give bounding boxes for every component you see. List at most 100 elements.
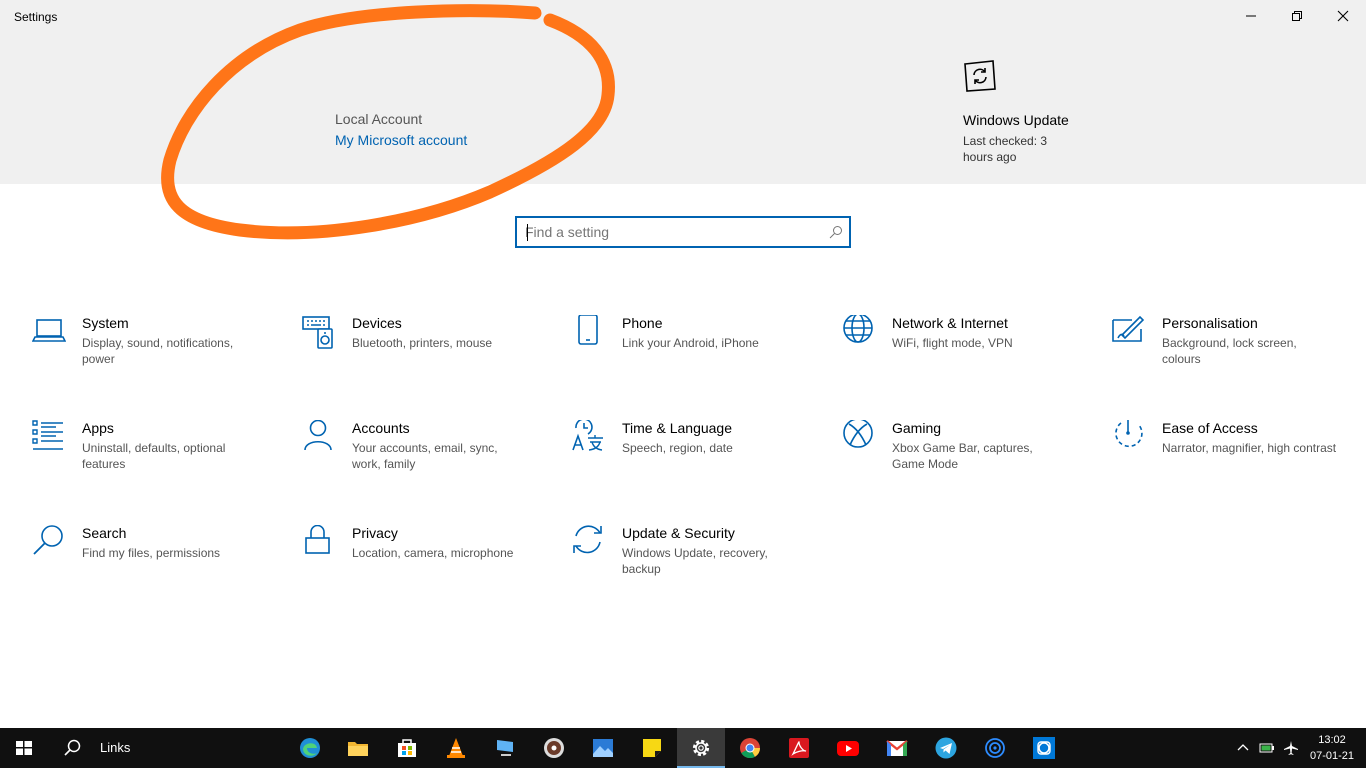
time-language-icon [572, 418, 606, 454]
category-name: Personalisation [1162, 315, 1258, 331]
category-name: Privacy [352, 525, 398, 541]
edge-icon [300, 738, 320, 758]
settings-window: Settings Local Account My Microsoft acco… [0, 0, 1366, 728]
chevron-up-icon [1237, 744, 1249, 751]
microsoft-account-link[interactable]: My Microsoft account [335, 132, 467, 148]
category-phone[interactable]: Phone Link your Android, iPhone [572, 314, 802, 385]
category-accounts[interactable]: Accounts Your accounts, email, sync, wor… [302, 419, 532, 490]
windows-logo-icon [16, 741, 32, 755]
category-description: WiFi, flight mode, VPN [892, 336, 1013, 350]
category-name: System [82, 315, 129, 331]
airplane-mode-button[interactable] [1279, 728, 1303, 768]
file-explorer-icon [348, 742, 368, 756]
taskbar-acrobat[interactable] [775, 728, 823, 768]
category-description: Narrator, magnifier, high contrast [1162, 441, 1337, 455]
search-icon [64, 739, 81, 756]
taskbar-media-player[interactable] [530, 728, 578, 768]
refresh-icon [572, 525, 606, 559]
category-ease-of-access[interactable]: Ease of Access Narrator, magnifier, high… [1112, 420, 1342, 490]
apps-list-icon [32, 420, 66, 454]
acrobat-icon [789, 738, 809, 758]
taskbar-chrome[interactable] [726, 728, 774, 768]
taskbar-youtube[interactable] [824, 728, 872, 768]
category-personalisation[interactable]: Personalisation Background, lock screen,… [1112, 315, 1342, 385]
taskbar-store[interactable] [383, 728, 431, 768]
search-icon [32, 525, 66, 559]
person-icon [302, 419, 336, 454]
category-system[interactable]: System Display, sound, notifications, po… [31, 315, 262, 385]
battery-button[interactable] [1255, 728, 1279, 768]
category-description: Xbox Game Bar, captures, Game Mode [892, 441, 1033, 471]
taskbar-edge[interactable] [286, 728, 334, 768]
category-name: Apps [82, 420, 114, 436]
taskbar-search-button[interactable] [48, 728, 96, 768]
category-description: Find my files, permissions [82, 546, 221, 560]
minimize-icon [1246, 15, 1256, 17]
category-name: Ease of Access [1162, 420, 1258, 436]
taskbar-settings[interactable] [677, 728, 725, 768]
taskbar-telegram[interactable] [922, 728, 970, 768]
category-description: Display, sound, notifications, power [82, 336, 234, 366]
taskbar-sticky-notes[interactable] [628, 728, 676, 768]
close-button[interactable] [1320, 0, 1366, 32]
category-time-language[interactable]: Time & Language Speech, region, date [572, 418, 802, 490]
vlc-icon [447, 738, 465, 758]
windows-update-icon[interactable] [962, 58, 998, 94]
category-privacy[interactable]: Privacy Location, camera, microphone [302, 524, 532, 595]
store-icon [398, 739, 416, 757]
category-description: Bluetooth, printers, mouse [352, 336, 493, 350]
category-description: Your accounts, email, sync, work, family [352, 441, 498, 471]
category-description: Background, lock screen, colours [1162, 336, 1297, 366]
category-apps[interactable]: Apps Uninstall, defaults, optional featu… [32, 420, 262, 490]
taskbar-vlc[interactable] [432, 728, 480, 768]
category-update-security[interactable]: Update & Security Windows Update, recove… [572, 525, 802, 595]
lock-icon [302, 524, 336, 559]
taskbar-search-label[interactable]: Links [100, 740, 130, 755]
taskbar: Links 13:02 07-01-21 [0, 728, 1366, 768]
ease-of-access-icon [1112, 420, 1146, 454]
laptop-icon [31, 315, 67, 349]
category-search[interactable]: Search Find my files, permissions [32, 525, 262, 595]
start-button[interactable] [0, 728, 48, 768]
chrome-icon [740, 738, 761, 759]
find-setting-box[interactable] [515, 216, 851, 248]
taskbar-photos[interactable] [579, 728, 627, 768]
paint-icon [1112, 315, 1146, 349]
category-network[interactable]: Network & Internet WiFi, flight mode, VP… [842, 313, 1072, 385]
youtube-icon [837, 741, 859, 756]
windows-update-status: Last checked: 3 hours ago [963, 134, 1048, 164]
show-hidden-icons-button[interactable] [1231, 728, 1255, 768]
media-player-icon [544, 738, 564, 758]
account-type-label: Local Account [335, 111, 423, 127]
app-icon [1033, 737, 1055, 759]
settings-header: Settings Local Account My Microsoft acco… [0, 0, 1366, 184]
category-name: Search [82, 525, 127, 541]
minimize-button[interactable] [1228, 0, 1274, 32]
category-name: Network & Internet [892, 315, 1008, 331]
category-devices[interactable]: Devices Bluetooth, printers, mouse [302, 315, 532, 385]
pc-icon [497, 740, 513, 756]
clock-time: 13:02 [1318, 734, 1346, 746]
windows-update-title[interactable]: Windows Update [963, 112, 1069, 128]
category-gaming[interactable]: Gaming Xbox Game Bar, captures, Game Mod… [842, 418, 1072, 490]
category-name: Devices [352, 315, 402, 331]
category-description: Location, camera, microphone [352, 546, 514, 560]
sticky-notes-icon [643, 739, 661, 757]
taskbar-file-explorer[interactable] [334, 728, 382, 768]
category-name: Accounts [352, 420, 410, 436]
telegram-icon [935, 737, 957, 759]
category-name: Update & Security [622, 525, 735, 541]
find-setting-input[interactable] [525, 222, 815, 242]
taskbar-app[interactable] [1020, 728, 1068, 768]
restore-button[interactable] [1274, 0, 1320, 32]
category-description: Windows Update, recovery, backup [622, 546, 768, 576]
taskbar-network-app[interactable] [971, 728, 1019, 768]
devices-icon [302, 315, 336, 349]
taskbar-pc[interactable] [481, 728, 529, 768]
taskbar-clock[interactable]: 13:02 07-01-21 [1302, 732, 1362, 764]
category-name: Gaming [892, 420, 942, 436]
airplane-icon [1284, 741, 1298, 755]
category-description: Speech, region, date [622, 441, 733, 455]
text-caret [527, 224, 528, 241]
taskbar-gmail[interactable] [873, 728, 921, 768]
